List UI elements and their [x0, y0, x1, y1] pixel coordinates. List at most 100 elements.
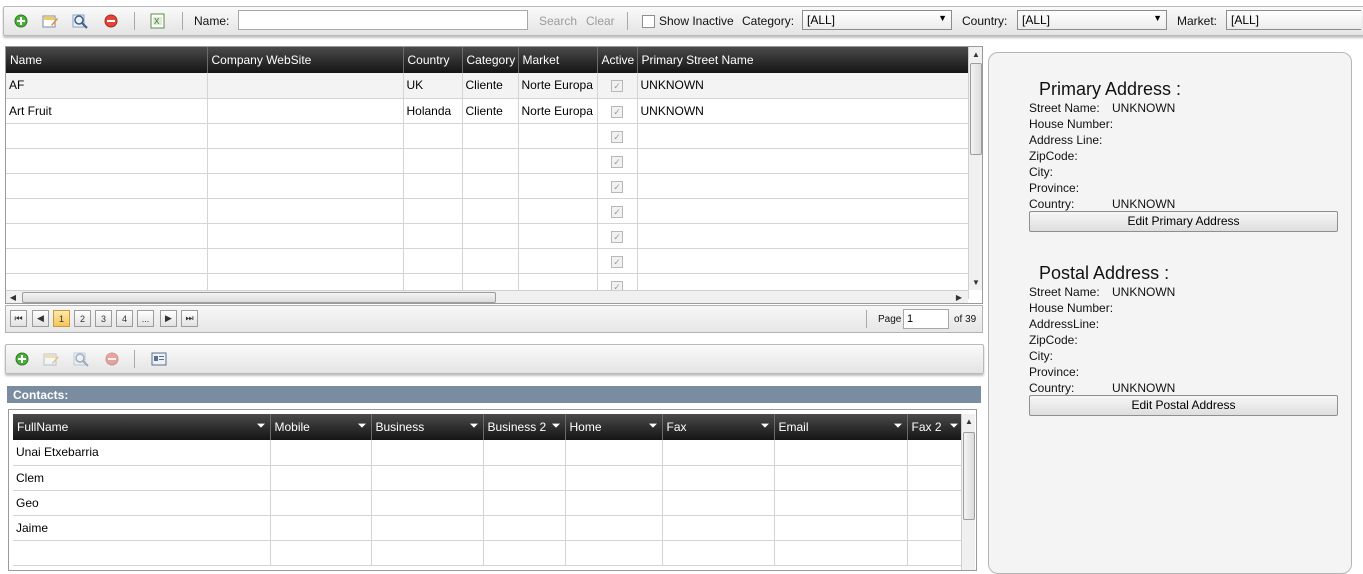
search-button[interactable]: Search — [539, 14, 577, 28]
filter-icon[interactable]: ⏷ — [552, 420, 561, 433]
postal-address-line-label: AddressLine: — [1029, 317, 1100, 331]
vertical-scroll-thumb[interactable] — [970, 63, 982, 155]
table-row[interactable]: Art Fruit Holanda Cliente Norte Europa ✓… — [6, 98, 969, 124]
page-number-input[interactable] — [903, 309, 949, 329]
primary-city-label: City: — [1029, 165, 1053, 179]
column-header-name[interactable]: Name — [6, 47, 208, 73]
column-header-category[interactable]: Category — [462, 47, 519, 73]
postal-city-label: City: — [1029, 349, 1053, 363]
column-header-fullname[interactable]: FullName ⏷ — [13, 414, 271, 440]
table-row[interactable]: ✓ — [6, 223, 969, 249]
page-button-more[interactable]: ... — [137, 310, 154, 327]
filter-icon[interactable]: ⏷ — [649, 420, 658, 433]
filter-icon[interactable]: ⏷ — [470, 420, 479, 433]
cell-active: ✓ — [597, 98, 638, 124]
column-header-mobile[interactable]: Mobile ⏷ — [270, 414, 372, 440]
add-icon[interactable] — [13, 13, 29, 29]
name-label: Name: — [194, 14, 230, 28]
page-button-1[interactable]: 1 — [53, 310, 70, 327]
edit-postal-address-button[interactable]: Edit Postal Address — [1029, 395, 1338, 416]
name-search-input[interactable] — [238, 10, 528, 30]
column-header-website[interactable]: Company WebSite — [207, 47, 404, 73]
active-checkbox: ✓ — [611, 80, 623, 93]
delete-icon[interactable] — [104, 351, 120, 367]
magnifier-icon[interactable] — [73, 351, 89, 367]
table-row[interactable]: ✓ — [6, 148, 969, 174]
primary-country-value: UNKNOWN — [1112, 197, 1176, 211]
primary-zip-label: ZipCode: — [1029, 149, 1078, 163]
table-row[interactable]: ✓ — [6, 123, 969, 149]
table-row[interactable]: ✓ — [6, 248, 969, 274]
column-header-business[interactable]: Business ⏷ — [371, 414, 484, 440]
market-dropdown[interactable]: [ALL] — [1226, 10, 1361, 30]
page-button-4[interactable]: 4 — [116, 310, 133, 327]
table-row[interactable]: AF UK Cliente Norte Europa ✓ UNKNOWN — [6, 73, 969, 99]
svg-text:X: X — [154, 17, 160, 26]
last-page-button[interactable]: ⏭ — [181, 310, 198, 327]
delete-icon[interactable] — [103, 13, 119, 29]
magnifier-icon[interactable] — [72, 13, 88, 29]
excel-export-icon[interactable]: X — [150, 13, 166, 29]
table-row[interactable]: Unai Etxebarria — [13, 440, 964, 466]
primary-house-label: House Number: — [1029, 117, 1114, 131]
cell-fullname: Unai Etxebarria — [13, 440, 271, 466]
next-page-button[interactable]: ▶ — [160, 310, 177, 327]
table-row[interactable] — [13, 540, 964, 566]
add-icon[interactable] — [14, 351, 30, 367]
contact-card-icon[interactable] — [151, 351, 167, 367]
previous-page-button[interactable]: ◀ — [32, 310, 49, 327]
filter-icon[interactable]: ⏷ — [257, 420, 266, 433]
table-row[interactable]: Geo — [13, 490, 964, 516]
column-header-business-2[interactable]: Business 2 ⏷ — [483, 414, 566, 440]
edit-icon[interactable] — [42, 13, 58, 29]
filter-icon[interactable]: ⏷ — [761, 420, 770, 433]
market-value: [ALL] — [1231, 13, 1260, 27]
customers-pager: ⏮ ◀ 1 2 3 4 ... ▶ ⏭ Page of 39 — [5, 305, 983, 333]
table-row[interactable]: Clem — [13, 465, 964, 491]
column-header-primary-street[interactable]: Primary Street Name — [637, 47, 969, 73]
scroll-left-icon[interactable]: ◀ — [6, 291, 20, 303]
filter-icon[interactable]: ⏷ — [358, 420, 367, 433]
country-value: [ALL] — [1022, 13, 1051, 27]
column-header-active[interactable]: Active — [597, 47, 638, 73]
country-dropdown[interactable]: [ALL] ▼ — [1017, 10, 1167, 30]
filter-icon[interactable]: ⏷ — [950, 420, 959, 433]
edit-icon[interactable] — [43, 351, 59, 367]
postal-country-label: Country: — [1029, 381, 1075, 395]
page-button-2[interactable]: 2 — [74, 310, 91, 327]
contacts-vertical-scrollbar[interactable]: ▲ — [961, 414, 975, 570]
table-row[interactable]: ✓ — [6, 198, 969, 224]
scroll-up-icon[interactable]: ▲ — [962, 414, 976, 428]
address-panel: Primary Address : Street Name: UNKNOWN H… — [988, 52, 1352, 574]
table-row[interactable]: Jaime — [13, 515, 964, 541]
horizontal-scroll-thumb[interactable] — [22, 292, 496, 303]
table-row[interactable]: ✓ — [6, 173, 969, 199]
column-header-country[interactable]: Country — [403, 47, 463, 73]
customers-horizontal-scrollbar[interactable]: ◀ ▶ — [6, 290, 968, 303]
edit-primary-address-button[interactable]: Edit Primary Address — [1029, 211, 1338, 232]
column-header-fax-2[interactable]: Fax 2 ⏷ — [907, 414, 964, 440]
column-header-email[interactable]: Email ⏷ — [774, 414, 908, 440]
vertical-scroll-thumb[interactable] — [963, 432, 975, 520]
pager-separator — [866, 310, 867, 328]
postal-address-title: Postal Address : — [1039, 263, 1170, 283]
cell-country: UK — [403, 73, 463, 99]
cell-fullname: Geo — [13, 490, 271, 516]
scroll-right-icon[interactable]: ▶ — [952, 291, 966, 303]
primary-address-line-label: Address Line: — [1029, 133, 1103, 147]
customers-vertical-scrollbar[interactable]: ▲ ▼ — [968, 47, 982, 290]
category-dropdown[interactable]: [ALL] ▼ — [802, 10, 952, 30]
column-header-market[interactable]: Market — [518, 47, 598, 73]
page-button-3[interactable]: 3 — [95, 310, 112, 327]
cell-fullname — [13, 540, 271, 566]
scroll-up-icon[interactable]: ▲ — [969, 47, 982, 61]
postal-zip-label: ZipCode: — [1029, 333, 1078, 347]
filter-icon[interactable]: ⏷ — [894, 420, 903, 433]
customers-header-row: Name Company WebSite Country Category Ma… — [6, 47, 969, 73]
scroll-down-icon[interactable]: ▼ — [969, 275, 982, 289]
column-header-fax[interactable]: Fax ⏷ — [662, 414, 775, 440]
clear-button[interactable]: Clear — [586, 14, 615, 28]
column-header-home[interactable]: Home ⏷ — [565, 414, 663, 440]
show-inactive-checkbox[interactable] — [642, 15, 655, 28]
first-page-button[interactable]: ⏮ — [10, 310, 27, 327]
